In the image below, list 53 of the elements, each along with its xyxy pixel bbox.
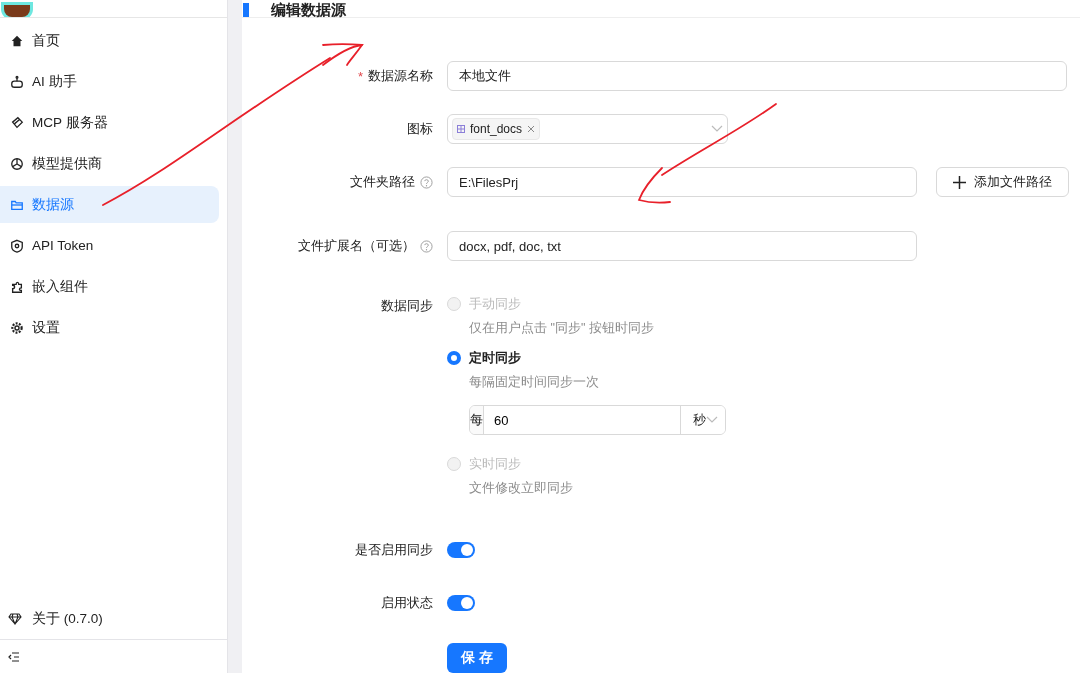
option-description: 文件修改立即同步 [469, 480, 574, 497]
field-label: 图标 [407, 120, 433, 138]
nav-icon [10, 74, 24, 89]
plus-icon [953, 175, 966, 189]
sidebar-item[interactable]: 数据源 [0, 186, 219, 223]
help-icon[interactable] [420, 239, 433, 253]
required-mark: * [357, 68, 363, 84]
selected-tag: font_docs [452, 118, 541, 140]
close-icon[interactable] [527, 125, 536, 133]
field-label: 数据源名称 [368, 67, 433, 85]
grid-icon [457, 125, 465, 133]
diamond-icon [8, 613, 22, 625]
interval-field[interactable]: 每 60 秒 [469, 405, 726, 435]
sidebar-item[interactable]: 模型提供商 [0, 145, 219, 182]
option-description: 仅在用户点击 "同步" 按钮时同步 [469, 320, 655, 337]
field-label: 文件扩展名（可选） [298, 237, 415, 255]
field-label: 启用状态 [381, 594, 433, 612]
sidebar-item[interactable]: 设置 [0, 309, 219, 346]
name-input[interactable]: 本地文件 [447, 61, 1067, 91]
app-logo [4, 5, 30, 17]
nav-icon [10, 33, 24, 48]
title-accent-bar [243, 3, 249, 17]
field-label: 是否启用同步 [355, 541, 433, 559]
add-path-button[interactable]: 添加文件路径 [936, 167, 1069, 197]
interval-prefix: 每 [470, 406, 484, 434]
radio-button[interactable] [447, 351, 461, 365]
nav-icon [10, 156, 24, 171]
field-label: 文件夹路径 [350, 173, 415, 191]
collapse-menu-icon[interactable] [8, 651, 20, 662]
nav-icon [10, 279, 24, 294]
chevron-down-icon [711, 125, 723, 133]
sidebar-item[interactable]: 嵌入组件 [0, 268, 219, 305]
page-title: 编辑数据源 [271, 3, 346, 17]
field-label: 数据同步 [381, 297, 433, 315]
about-link[interactable]: 关于 (0.7.0) [0, 599, 227, 639]
sidebar-item[interactable]: API Token [0, 227, 219, 264]
icon-select[interactable]: font_docs [447, 114, 728, 144]
unit-select[interactable]: 秒 [680, 406, 725, 434]
radio-option[interactable]: 定时同步 [447, 349, 1080, 367]
toggle-switch[interactable] [447, 595, 475, 611]
folder-path-input[interactable]: E:\FilesPrj [447, 167, 917, 197]
sidebar-item[interactable]: 首页 [0, 22, 219, 59]
help-icon[interactable] [420, 175, 433, 189]
sidebar-item[interactable]: AI 助手 [0, 63, 219, 100]
chevron-down-icon [706, 416, 718, 424]
option-description: 每隔固定时间同步一次 [469, 374, 600, 391]
extensions-input[interactable]: docx, pdf, doc, txt [447, 231, 917, 261]
sidebar-item[interactable]: MCP 服务器 [0, 104, 219, 141]
save-button[interactable]: 保 存 [447, 643, 507, 673]
nav-icon [10, 320, 24, 335]
nav-icon [10, 238, 24, 253]
nav-icon [10, 115, 24, 130]
toggle-switch[interactable] [447, 542, 475, 558]
